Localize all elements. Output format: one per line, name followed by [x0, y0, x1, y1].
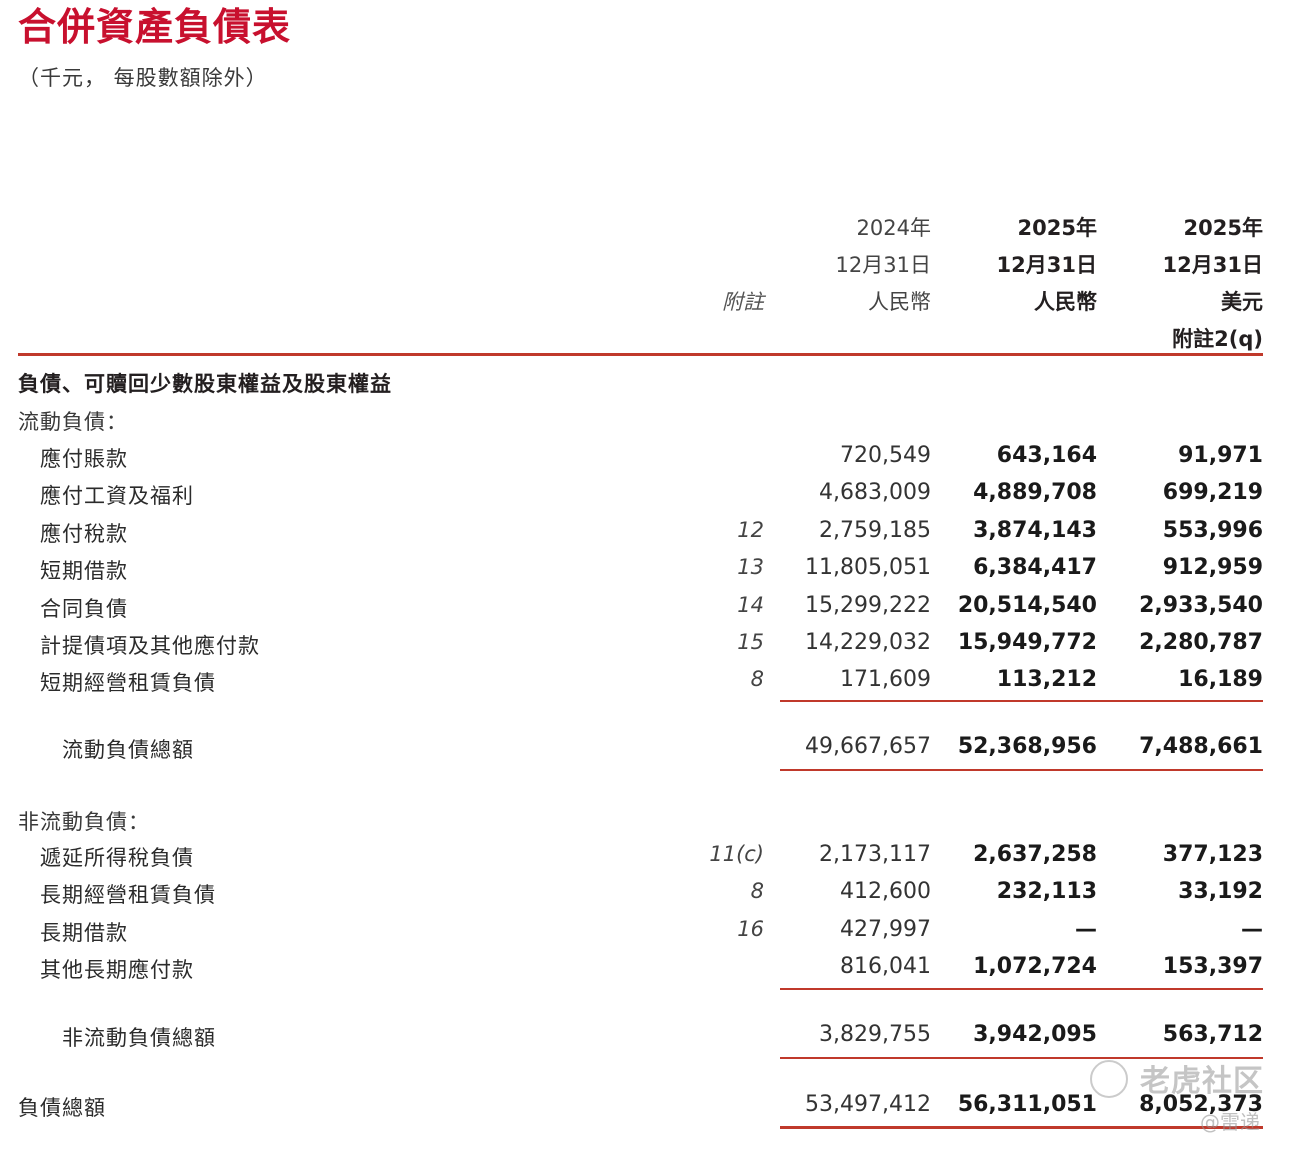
row-label: 其他長期應付款: [40, 958, 194, 983]
watermark-handle: @雷递: [1200, 1110, 1260, 1134]
row-label: 應付工資及福利: [40, 484, 194, 509]
row-value-2025-usd: 33,192: [1178, 879, 1263, 905]
current-total-v3: 7,488,661: [1139, 734, 1263, 759]
row-value-2025-usd: 91,971: [1178, 443, 1263, 468]
row-label: 長期經營租賃負債: [40, 883, 216, 908]
current-total-label: 流動負債總額: [62, 738, 194, 762]
row-label: 長期借款: [40, 920, 128, 945]
table-row: 應付工資及福利 4,683,009 4,889,708 699,219: [0, 480, 1296, 517]
row-label: 遞延所得稅負債: [40, 846, 194, 870]
subtotal-rule: [780, 700, 1263, 702]
table-row: 短期經營租賃負債 8 171,609 113,212 16,189: [0, 667, 1296, 704]
row-value-2025-usd: 377,123: [1162, 842, 1263, 867]
page-subtitle: （千元， 每股數額除外）: [18, 66, 268, 90]
header-rule: [18, 353, 1263, 356]
row-label: 合同負債: [40, 596, 128, 621]
row-value-2025-usd: 2,933,540: [1139, 592, 1263, 618]
noncurrent-total-label: 非流動負債總額: [62, 1026, 216, 1050]
table-row: 遞延所得稅負債 11(c) 2,173,117 2,637,258 377,123: [0, 842, 1296, 879]
table-row: 其他長期應付款 816,041 1,072,724 153,397: [0, 954, 1296, 991]
noncurrent-total-v3: 563,712: [1162, 1022, 1263, 1047]
row-value-2025-usd: 153,397: [1162, 954, 1263, 980]
watermark-text: 老虎社区: [1140, 1064, 1264, 1099]
table-row: 短期借款 13 11,805,051 6,384,417 912,959: [0, 555, 1296, 592]
total-liabilities-label: 負債總額: [18, 1096, 106, 1120]
row-label: 應付賬款: [40, 447, 128, 471]
col3-date: 12月31日: [1162, 253, 1263, 277]
table-row: 計提債項及其他應付款 15 14,229,032 15,949,772 2,280,78…: [0, 630, 1296, 667]
col3-year: 2025年: [1183, 216, 1263, 240]
subtotal-rule: [780, 988, 1263, 990]
total-liabilities-row: 負債總額 53,497,412 56,311,051 8,052,373: [0, 1092, 1296, 1129]
note-column-header: 附註: [722, 290, 764, 314]
noncurrent-liabilities-total-row: 非流動負債總額 3,829,755 3,942,095 563,712: [0, 1022, 1296, 1059]
total-rule: [780, 769, 1263, 771]
row-label: 應付稅款: [40, 521, 128, 546]
table-row: 長期借款 16 427,997— —: [0, 917, 1296, 954]
row-label: 計提債項及其他應付款: [40, 634, 260, 658]
table-row: 應付稅款 12 2,759,185 3,874,143 553,996: [0, 518, 1296, 555]
row-label: 短期借款: [40, 559, 128, 584]
current-liabilities-total-row: 流動負債總額 49,667,657 52,368,956 7,488,661: [0, 734, 1296, 771]
watermark-logo-icon: [1090, 1060, 1128, 1098]
row-value-2025-usd: 553,996: [1162, 517, 1263, 543]
col3-currency: 美元: [1221, 290, 1263, 314]
row-label: 短期經營租賃負債: [40, 671, 216, 696]
row-value-2025-usd: 699,219: [1162, 480, 1263, 506]
section-title: 負債、可贖回少數股東權益及股東權益: [18, 372, 392, 396]
table-row: 應付賬款 720,549 643,164 91,971: [0, 443, 1296, 480]
table-row: 長期經營租賃負債 8 412,600 232,113 33,192: [0, 879, 1296, 916]
current-liabilities-heading: 流動負債：: [18, 410, 128, 434]
row-value-2025-usd: 16,189: [1178, 667, 1263, 693]
row-value-2025-usd: 912,959: [1162, 555, 1263, 581]
table-row: 合同負債 14 15,299,222 20,514,540 2,933,540: [0, 593, 1296, 630]
col3-note: 附註2(q): [1172, 327, 1263, 351]
row-value-2025-usd: 2,280,787: [1139, 630, 1263, 655]
grand-total-rule: [780, 1126, 1263, 1129]
page-title: 合併資產負債表: [18, 4, 292, 49]
row-value-2025-usd: —: [1241, 916, 1263, 942]
noncurrent-liabilities-heading: 非流動負債：: [18, 810, 150, 834]
